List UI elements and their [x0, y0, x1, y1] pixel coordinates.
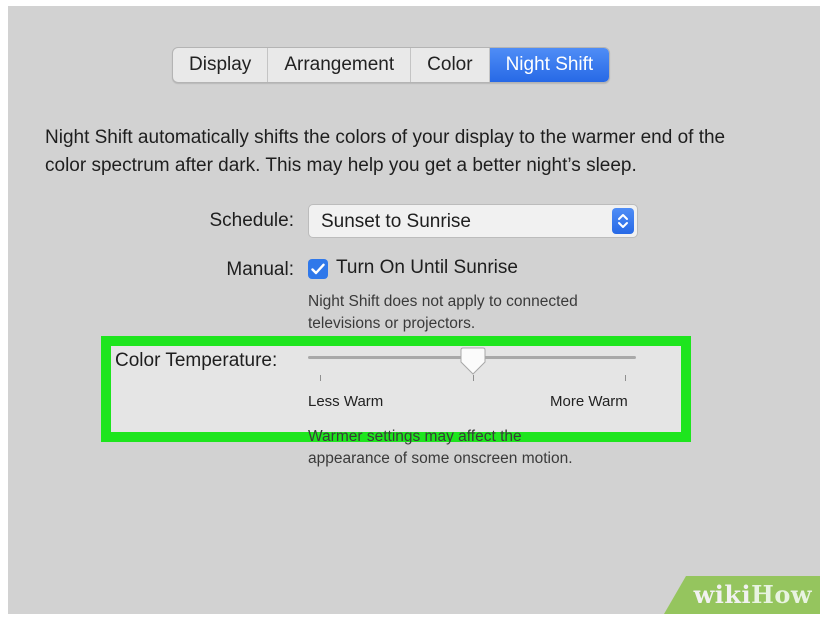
- description-line-2: color spectrum after dark. This may help…: [45, 155, 637, 176]
- watermark-text: wikiHow: [694, 580, 812, 609]
- night-shift-description: Night Shift automatically shifts the col…: [45, 124, 820, 180]
- watermark-text-wiki: wiki: [693, 580, 752, 609]
- color-temperature-slider-thumb[interactable]: [460, 346, 486, 376]
- updown-chevron-icon: [612, 208, 634, 234]
- color-temperature-note: Warmer settings may affect the appearanc…: [308, 426, 573, 470]
- night-shift-preferences-panel: Display Arrangement Color Night Shift Ni…: [8, 6, 820, 614]
- watermark-text-how: How: [751, 580, 812, 609]
- schedule-label: Schedule:: [209, 210, 294, 231]
- manual-note-line-2: televisions or projectors.: [308, 315, 476, 332]
- checkmark-icon: [311, 263, 325, 275]
- color-temperature-label: Color Temperature:: [115, 350, 278, 371]
- schedule-value: Sunset to Sunrise: [321, 211, 471, 232]
- tab-color[interactable]: Color: [411, 48, 490, 82]
- manual-note: Night Shift does not apply to connected …: [308, 291, 578, 335]
- turn-on-until-sunrise-checkbox[interactable]: [308, 259, 328, 279]
- slider-min-label: Less Warm: [308, 393, 384, 410]
- color-temperature-note-line-1: Warmer settings may affect the: [308, 428, 522, 445]
- tab-arrangement[interactable]: Arrangement: [268, 48, 412, 82]
- slider-tick-min: [320, 375, 321, 381]
- manual-label: Manual:: [226, 259, 294, 280]
- manual-note-line-1: Night Shift does not apply to connected: [308, 293, 578, 310]
- tab-bar: Display Arrangement Color Night Shift: [172, 47, 611, 83]
- tab-night-shift[interactable]: Night Shift: [489, 48, 610, 82]
- turn-on-until-sunrise-label[interactable]: Turn On Until Sunrise: [336, 257, 518, 279]
- slider-max-label: More Warm: [550, 393, 628, 410]
- tab-display[interactable]: Display: [173, 48, 269, 82]
- wikihow-watermark: wikiHow: [664, 572, 820, 614]
- schedule-select[interactable]: Sunset to Sunrise: [308, 204, 638, 238]
- color-temperature-note-line-2: appearance of some onscreen motion.: [308, 450, 573, 467]
- description-line-1: Night Shift automatically shifts the col…: [45, 127, 726, 148]
- slider-tick-max: [625, 375, 626, 381]
